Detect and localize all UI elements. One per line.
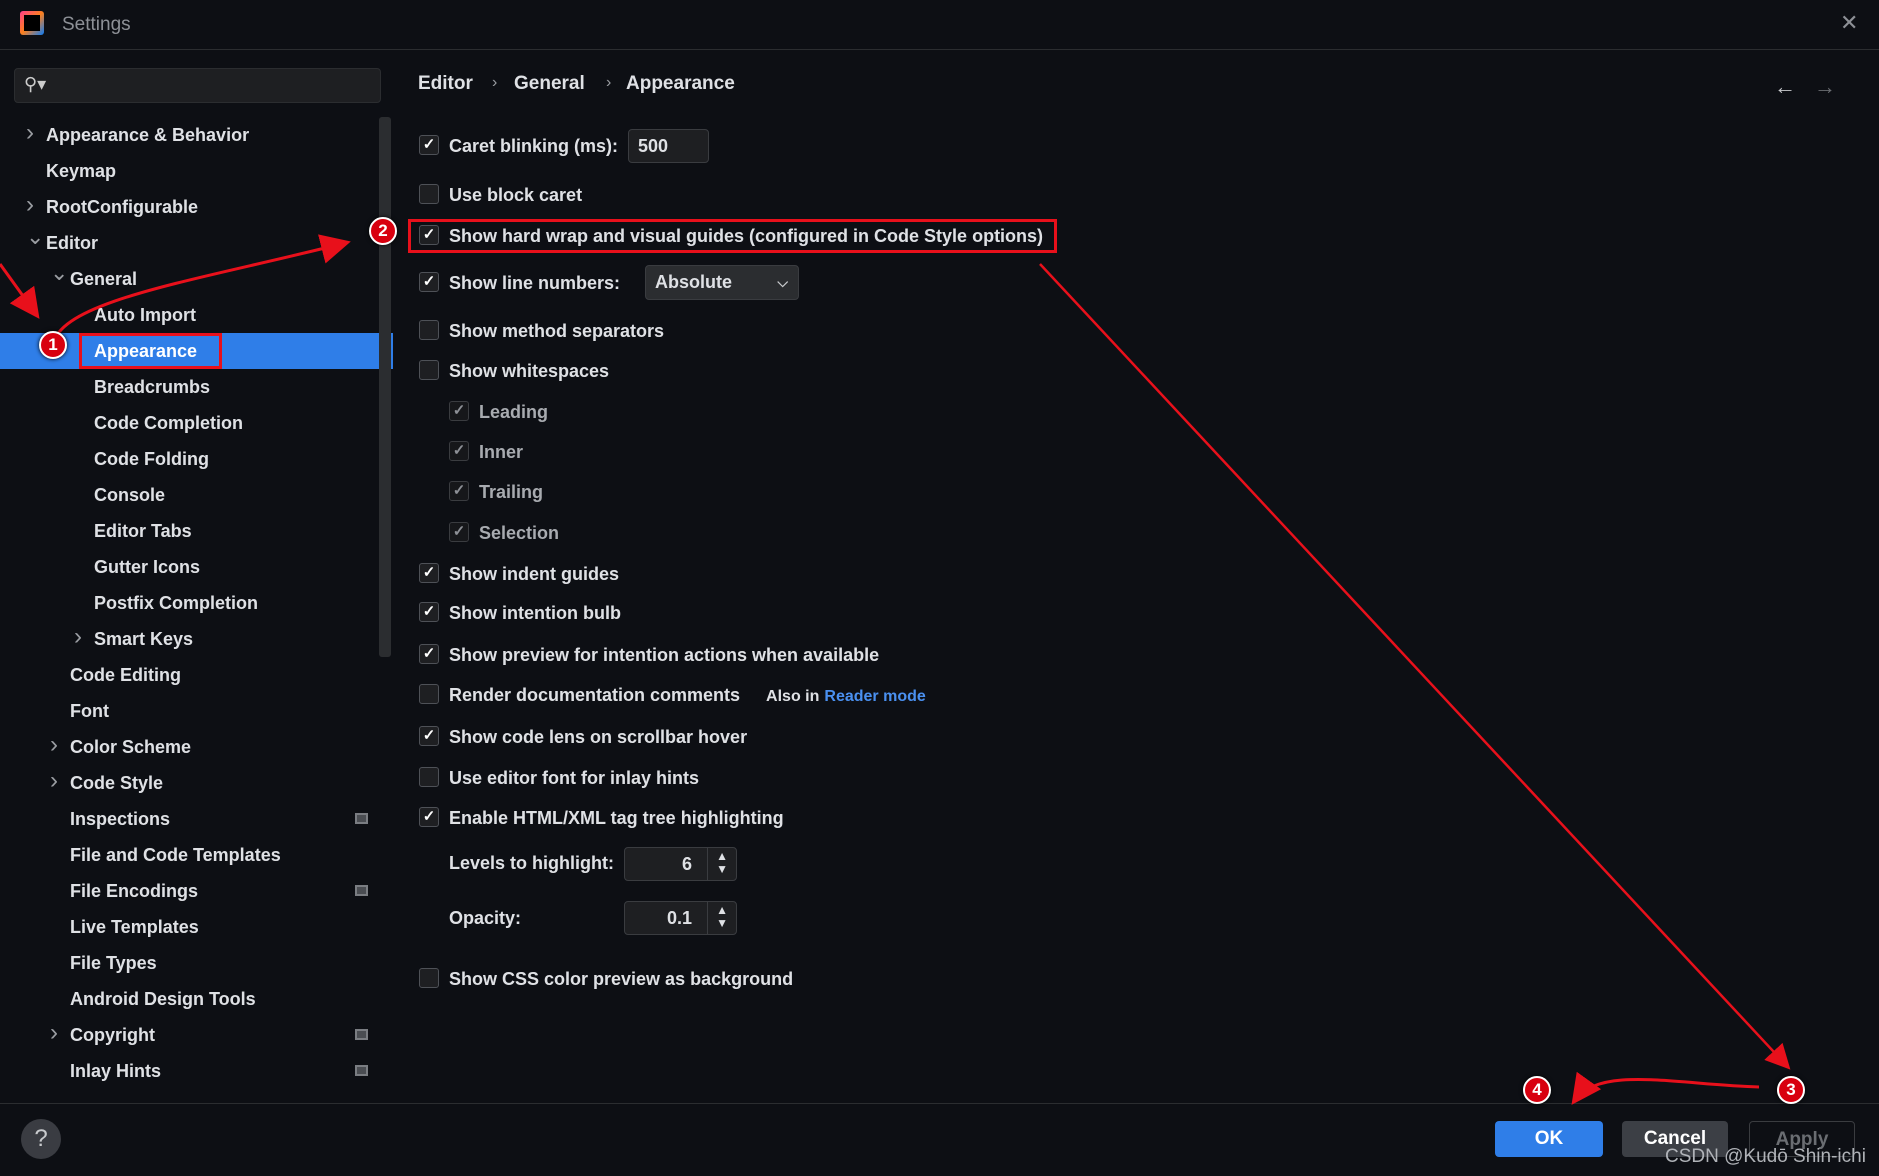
annotation-badge-2: 2	[369, 217, 397, 245]
annotation-arrows	[0, 234, 1791, 1105]
annotation-badge-1: 1	[39, 331, 67, 359]
annotation-badge-3: 3	[1777, 1076, 1805, 1104]
watermark: CSDN @Kudō Shin-ichi	[1665, 1146, 1866, 1167]
annotation-arrow-3	[1039, 263, 1791, 1070]
annotation-arrow-4	[1571, 1071, 1760, 1105]
annotation-badge-4: 4	[1523, 1076, 1551, 1104]
annotation-arrow-2	[51, 234, 351, 346]
annotation-arrow-1	[0, 263, 40, 319]
